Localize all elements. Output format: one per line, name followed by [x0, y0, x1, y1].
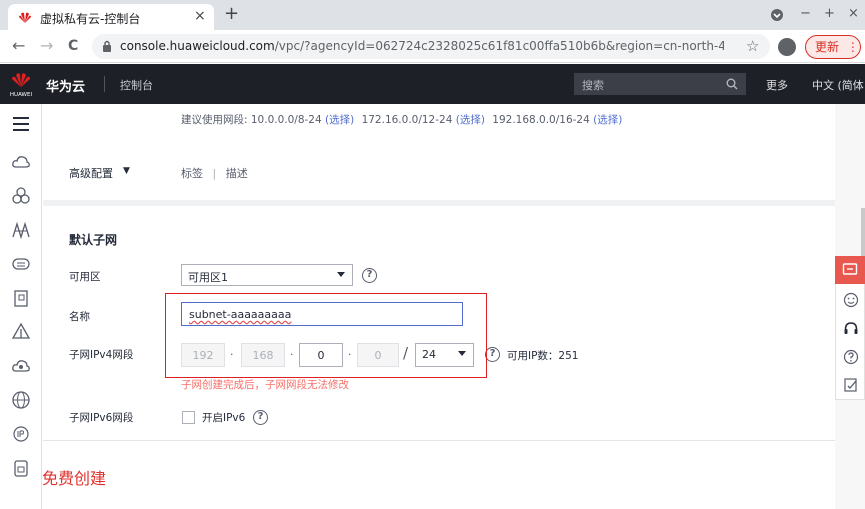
- tab-close-icon[interactable]: ×: [194, 8, 206, 24]
- cidr-option-2: 172.16.0.0/12-24: [361, 114, 453, 126]
- browser-tabstrip: 虚拟私有云-控制台 × + − + ×: [0, 0, 865, 30]
- suggest-prefix: 建议使用网段:: [181, 114, 251, 126]
- select-cidr-2-link[interactable]: (选择): [456, 114, 485, 126]
- tab-title: 虚拟私有云-控制台: [40, 12, 141, 26]
- more-menu[interactable]: 更多: [766, 77, 788, 93]
- brand-name[interactable]: 华为云: [46, 76, 85, 95]
- description-label: 描述: [225, 167, 248, 180]
- az-select[interactable]: 可用区1: [181, 264, 353, 286]
- ipv6-checkbox[interactable]: [182, 411, 195, 424]
- service-sidebar: [0, 104, 42, 509]
- console-link[interactable]: 控制台: [120, 77, 153, 93]
- update-button[interactable]: 更新 ⋮: [805, 35, 861, 59]
- annotation-highlight-box: [165, 293, 487, 378]
- back-icon[interactable]: ←: [12, 36, 25, 56]
- url-text: console.huaweicloud.com/vpc/?agencyId=06…: [120, 39, 724, 53]
- floating-tool-panel: [835, 256, 865, 400]
- chrome-menu-icon[interactable]: [770, 8, 784, 22]
- browser-tab[interactable]: 虚拟私有云-控制台 ×: [8, 4, 214, 30]
- question-icon[interactable]: [843, 349, 859, 365]
- huawei-logo-icon[interactable]: HUAWEI: [8, 70, 34, 98]
- ipv6-label: 子网IPv6网段: [69, 412, 134, 424]
- select-cidr-3-link[interactable]: (选择): [593, 114, 622, 126]
- new-tab-icon[interactable]: +: [224, 4, 239, 24]
- file-icon[interactable]: [11, 458, 31, 478]
- chat-button[interactable]: [835, 256, 865, 284]
- footer-area: [43, 440, 835, 509]
- select-cidr-1-link[interactable]: (选择): [325, 114, 354, 126]
- search-icon[interactable]: [726, 78, 738, 90]
- url-path: /vpc/?agencyId=062724c2328025c61f81c00ff…: [274, 39, 724, 53]
- summary-divider: |: [212, 167, 217, 180]
- available-ip-count: 可用IP数：251: [507, 350, 579, 362]
- forward-icon[interactable]: →: [40, 36, 53, 56]
- more-menu-icon: ⋮: [846, 40, 859, 54]
- update-label: 更新: [815, 40, 840, 54]
- section-title: 默认子网: [69, 233, 118, 247]
- ipv4-label: 子网IPv4网段: [69, 349, 134, 361]
- cidr-warning: 子网创建完成后，子网网段无法修改: [181, 379, 349, 391]
- caret-down-icon[interactable]: ▼: [123, 166, 130, 176]
- search-placeholder: 搜索: [582, 79, 604, 92]
- vpc-basic-card: 建议使用网段: 10.0.0.0/8-24 (选择) 172.16.0.0/12…: [43, 104, 835, 200]
- warning-icon[interactable]: [11, 322, 31, 342]
- search-input[interactable]: 搜索: [574, 73, 746, 95]
- ipv6-checkbox-label[interactable]: 开启IPv6: [202, 410, 245, 425]
- reload-icon[interactable]: C: [68, 36, 78, 56]
- maximize-icon[interactable]: +: [824, 6, 835, 22]
- window-close-icon[interactable]: ×: [848, 6, 859, 22]
- ipv4-help-icon[interactable]: ?: [485, 347, 500, 362]
- lock-icon: [103, 40, 111, 52]
- cluster-icon[interactable]: [11, 186, 31, 206]
- advanced-summary: 标签 | 描述: [181, 165, 248, 181]
- profile-avatar-icon[interactable]: [778, 38, 796, 56]
- free-create-button[interactable]: 免费创建: [42, 465, 106, 489]
- console-header: HUAWEI 华为云 控制台 搜索 更多 中文 (简体: [0, 64, 865, 104]
- advanced-config-toggle[interactable]: 高级配置: [69, 165, 113, 181]
- url-host: console.huaweicloud.com: [120, 39, 275, 53]
- name-label: 名称: [69, 311, 90, 323]
- cloud-icon[interactable]: [11, 152, 31, 172]
- cidr-suggestion: 建议使用网段: 10.0.0.0/8-24 (选择) 172.16.0.0/12…: [181, 112, 622, 127]
- az-label: 可用区: [69, 271, 101, 283]
- ipv6-help-icon[interactable]: ?: [253, 410, 268, 425]
- edit-icon[interactable]: [843, 377, 859, 393]
- globe-icon[interactable]: [11, 390, 31, 410]
- header-divider: [104, 76, 105, 92]
- cloud-icon[interactable]: [11, 356, 31, 376]
- logo-text: HUAWEI: [10, 92, 33, 98]
- minimize-icon[interactable]: −: [800, 6, 811, 22]
- address-bar[interactable]: console.huaweicloud.com/vpc/?agencyId=06…: [92, 34, 770, 59]
- az-help-icon[interactable]: ?: [362, 268, 377, 283]
- cidr-option-3: 192.168.0.0/16-24: [492, 114, 590, 126]
- headset-icon[interactable]: [843, 321, 859, 337]
- tags-label: 标签: [181, 167, 203, 180]
- smile-icon[interactable]: [843, 292, 859, 308]
- screen: 虚拟私有云-控制台 × + − + × ← → C console.huawei…: [0, 0, 865, 509]
- bookmark-star-icon[interactable]: ☆: [746, 37, 759, 55]
- dashboard-icon[interactable]: [11, 288, 31, 308]
- storage-icon[interactable]: [11, 254, 31, 274]
- huawei-logo-icon: [19, 12, 31, 23]
- ip-icon[interactable]: [11, 424, 31, 444]
- chevron-down-icon: [337, 272, 345, 277]
- az-value: 可用区1: [188, 271, 228, 284]
- menu-icon[interactable]: [11, 114, 31, 134]
- cidr-option-1: 10.0.0.0/8-24: [250, 114, 322, 126]
- browser-toolbar: ← → C console.huaweicloud.com/vpc/?agenc…: [0, 30, 865, 63]
- language-menu[interactable]: 中文 (简体: [812, 77, 864, 93]
- chat-icon: [842, 263, 858, 275]
- network-icon[interactable]: [11, 220, 31, 240]
